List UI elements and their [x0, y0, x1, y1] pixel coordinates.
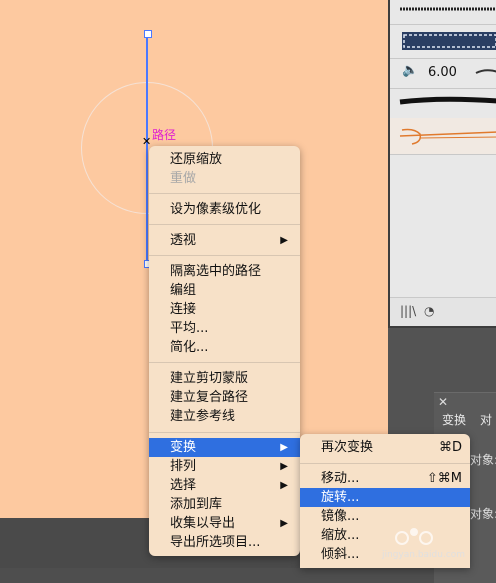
submenu-item-rotate[interactable]: 旋转... — [300, 488, 470, 507]
submenu-item-transform-again[interactable]: 再次变换 ⌘D — [300, 438, 470, 457]
menu-item-arrange[interactable]: 排列 ▶ — [149, 457, 300, 476]
menu-item-undo-zoom[interactable]: 还原缩放 — [149, 150, 300, 169]
submenu-arrow-icon: ▶ — [280, 518, 288, 529]
tab-transform[interactable]: 变换 — [442, 409, 466, 431]
context-menu: 还原缩放 重做 设为像素级优化 透视 ▶ 隔离选中的路径 编组 连接 平均... … — [149, 146, 300, 556]
menu-item-collect-export[interactable]: 收集以导出 ▶ — [149, 514, 300, 533]
menu-separator — [149, 255, 300, 256]
path-anchor-top[interactable] — [144, 30, 152, 38]
menu-item-redo: 重做 — [170, 171, 197, 186]
watermark-text: jingyan.baidu.com — [382, 550, 466, 560]
path-label: 路径 — [152, 128, 177, 142]
tab-align[interactable]: 对 — [480, 409, 492, 431]
speaker-icon: 🔈 — [402, 63, 419, 78]
submenu-arrow-icon: ▶ — [280, 461, 288, 472]
menu-item-pixel-optimize[interactable]: 设为像素级优化 — [149, 200, 300, 219]
brush-size-value: 6.00 — [428, 65, 457, 80]
brush-swatch-top[interactable] — [390, 0, 496, 25]
menu-item-isolate-path[interactable]: 隔离选中的路径 — [149, 262, 300, 281]
transform-object-label: 对象: — [470, 453, 496, 467]
menu-item-group[interactable]: 编组 — [149, 281, 300, 300]
menu-item-export-selection[interactable]: 导出所选项目... — [149, 533, 300, 552]
menu-item-add-to-library[interactable]: 添加到库 — [149, 495, 300, 514]
brush-swatch-pattern[interactable] — [390, 24, 496, 59]
menu-item-make-guides[interactable]: 建立参考线 — [149, 407, 300, 426]
brushes-panel: 🔈 6.00 |||\ ◔ — [388, 0, 496, 328]
selected-path[interactable] — [146, 33, 148, 264]
menu-item-transform[interactable]: 变换 ▶ — [149, 438, 300, 457]
menu-separator — [149, 432, 300, 433]
menu-separator — [300, 463, 470, 464]
submenu-item-move[interactable]: 移动... ⇧⌘M — [300, 469, 470, 488]
brush-options-icon[interactable]: ◔ — [424, 304, 434, 318]
brush-swatch-charcoal[interactable] — [390, 88, 496, 119]
menu-item-perspective[interactable]: 透视 ▶ — [149, 231, 300, 250]
menu-separator — [149, 193, 300, 194]
brush-size-row[interactable]: 🔈 6.00 — [390, 58, 496, 89]
submenu-arrow-icon: ▶ — [280, 480, 288, 491]
close-icon[interactable]: ✕ — [438, 395, 448, 409]
menu-item-compound-path[interactable]: 建立复合路径 — [149, 388, 300, 407]
menu-item-simplify[interactable]: 简化... — [149, 338, 300, 357]
cursor-icon: ✕ — [142, 135, 152, 148]
transform-object-label-2: 对象: — [470, 507, 496, 521]
brushes-panel-footer: |||\ ◔ — [390, 297, 496, 326]
brush-swatch-arrow[interactable] — [390, 118, 496, 155]
library-icon[interactable]: |||\ — [400, 304, 416, 318]
menu-separator — [149, 224, 300, 225]
submenu-arrow-icon: ▶ — [280, 235, 288, 246]
menu-item-clipping-mask[interactable]: 建立剪切蒙版 — [149, 369, 300, 388]
submenu-arrow-icon: ▶ — [280, 442, 288, 453]
menu-item-average[interactable]: 平均... — [149, 319, 300, 338]
menu-item-join[interactable]: 连接 — [149, 300, 300, 319]
menu-item-select[interactable]: 选择 ▶ — [149, 476, 300, 495]
menu-separator — [149, 362, 300, 363]
